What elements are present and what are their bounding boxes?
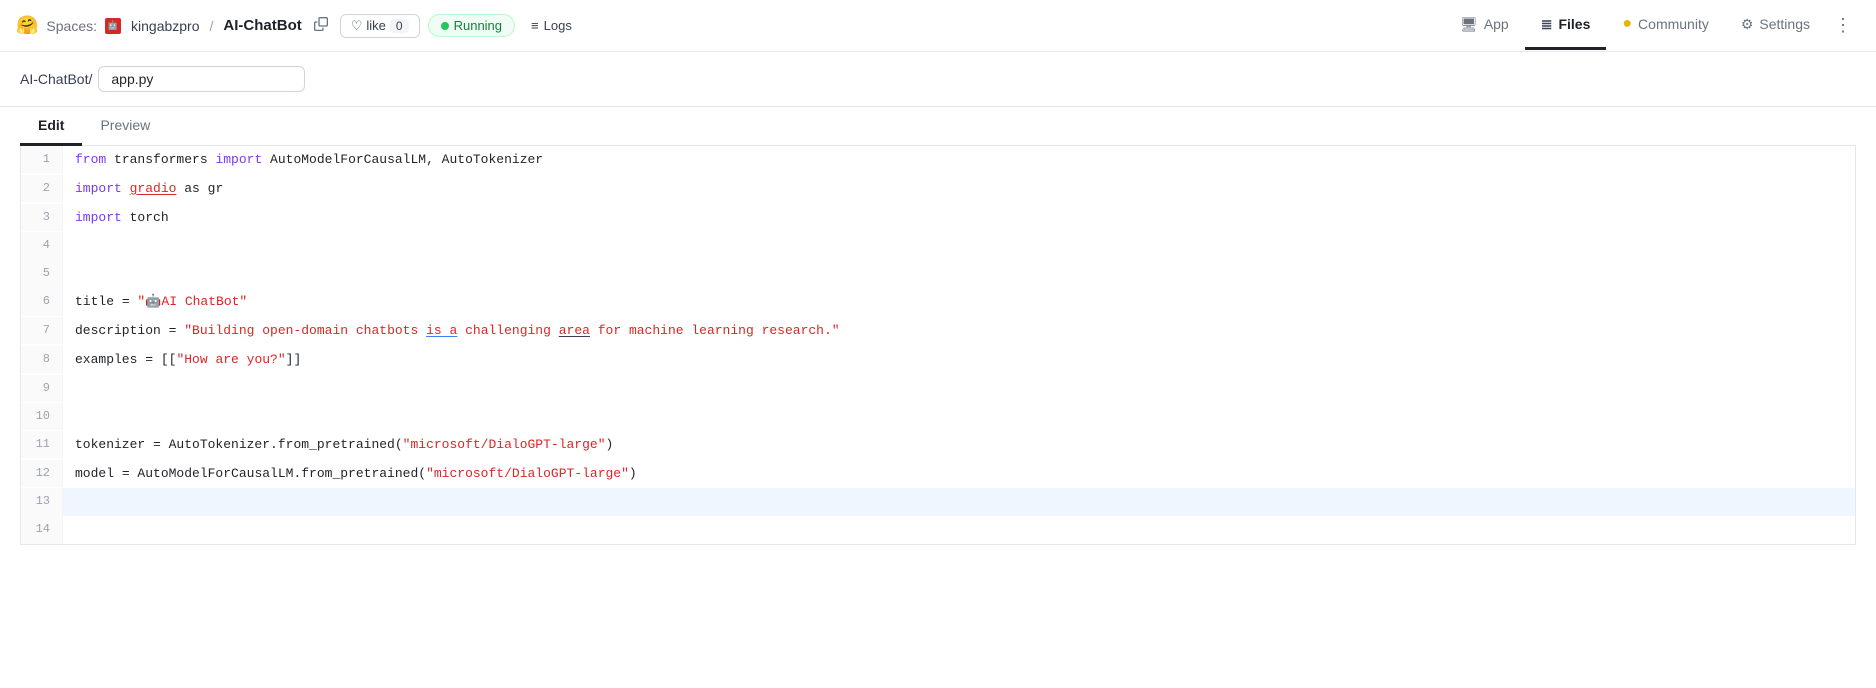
repo-type-icon: 🤖 xyxy=(105,18,121,34)
code-line-active: 13 xyxy=(21,488,1855,516)
like-label: like xyxy=(366,18,386,33)
breadcrumb: AI-ChatBot/ xyxy=(0,52,1876,107)
line-content xyxy=(63,232,1855,240)
settings-icon: ⚙ xyxy=(1741,16,1754,33)
code-line: 14 xyxy=(21,516,1855,544)
tab-files[interactable]: ≣ Files xyxy=(1525,2,1607,50)
tab-app[interactable]: 🖥 App xyxy=(1444,2,1525,50)
code-line: 5 xyxy=(21,260,1855,288)
status-label: Running xyxy=(454,18,502,33)
code-line: 6 title = "🤖AI ChatBot" xyxy=(21,288,1855,317)
tab-community[interactable]: ● Community xyxy=(1606,1,1724,50)
line-content xyxy=(63,403,1855,411)
line-content: examples = [["How are you?"]] xyxy=(63,346,1855,375)
line-content xyxy=(63,516,1855,524)
line-content: tokenizer = AutoTokenizer.from_pretraine… xyxy=(63,431,1855,460)
line-number: 3 xyxy=(21,204,63,231)
breadcrumb-folder: AI-ChatBot/ xyxy=(20,71,92,87)
more-options-button[interactable]: ⋮ xyxy=(1826,11,1860,40)
line-number: 12 xyxy=(21,460,63,487)
line-content xyxy=(63,375,1855,383)
line-content: model = AutoModelForCausalLM.from_pretra… xyxy=(63,460,1855,489)
line-number: 11 xyxy=(21,431,63,458)
line-number: 13 xyxy=(21,488,63,515)
line-content: import gradio as gr xyxy=(63,175,1855,204)
like-button[interactable]: ♡ like 0 xyxy=(340,14,420,38)
editor-tabs: Edit Preview xyxy=(20,107,1856,146)
line-number: 2 xyxy=(21,175,63,202)
logs-label: Logs xyxy=(544,18,572,33)
line-number: 5 xyxy=(21,260,63,287)
line-number: 9 xyxy=(21,375,63,402)
line-number: 7 xyxy=(21,317,63,344)
path-separator: / xyxy=(210,18,214,34)
code-line: 12 model = AutoModelForCausalLM.from_pre… xyxy=(21,460,1855,489)
tab-app-label: App xyxy=(1484,16,1509,32)
tab-preview[interactable]: Preview xyxy=(82,107,168,146)
status-dot xyxy=(441,22,449,30)
code-line: 3 import torch xyxy=(21,204,1855,233)
user-link[interactable]: kingabzpro xyxy=(131,18,200,34)
code-line: 4 xyxy=(21,232,1855,260)
editor-container: Edit Preview 1 from transformers import … xyxy=(0,107,1876,565)
like-count: 0 xyxy=(390,19,409,33)
tab-settings-label: Settings xyxy=(1759,16,1810,32)
line-number: 10 xyxy=(21,403,63,430)
code-editor[interactable]: 1 from transformers import AutoModelForC… xyxy=(20,146,1856,545)
line-content xyxy=(63,488,1855,496)
line-content: import torch xyxy=(63,204,1855,233)
running-status: Running xyxy=(428,14,515,37)
line-content xyxy=(63,260,1855,268)
code-line: 9 xyxy=(21,375,1855,403)
tab-community-label: Community xyxy=(1638,16,1709,32)
line-number: 14 xyxy=(21,516,63,543)
heart-icon: ♡ xyxy=(351,18,363,34)
line-number: 6 xyxy=(21,288,63,315)
spaces-icon: 🤗 xyxy=(16,15,38,36)
line-number: 8 xyxy=(21,346,63,373)
line-content: title = "🤖AI ChatBot" xyxy=(63,288,1855,317)
code-line: 11 tokenizer = AutoTokenizer.from_pretra… xyxy=(21,431,1855,460)
copy-button[interactable] xyxy=(310,15,332,36)
logs-icon: ≡ xyxy=(531,18,539,33)
line-number: 4 xyxy=(21,232,63,259)
line-number: 1 xyxy=(21,146,63,173)
tab-settings[interactable]: ⚙ Settings xyxy=(1725,2,1826,50)
nav-left: 🤗 Spaces: 🤖 kingabzpro / AI-ChatBot ♡ li… xyxy=(16,14,1444,38)
top-navigation: 🤗 Spaces: 🤖 kingabzpro / AI-ChatBot ♡ li… xyxy=(0,0,1876,52)
line-content: from transformers import AutoModelForCau… xyxy=(63,146,1855,175)
files-icon: ≣ xyxy=(1541,16,1553,33)
code-line: 8 examples = [["How are you?"]] xyxy=(21,346,1855,375)
logs-button[interactable]: ≡ Logs xyxy=(523,14,580,37)
filename-input[interactable] xyxy=(98,66,305,92)
tab-files-label: Files xyxy=(1558,16,1590,32)
app-icon: 🖥 xyxy=(1460,16,1478,33)
code-line: 2 import gradio as gr xyxy=(21,175,1855,204)
code-line: 1 from transformers import AutoModelForC… xyxy=(21,146,1855,175)
tab-edit[interactable]: Edit xyxy=(20,107,82,146)
code-line: 10 xyxy=(21,403,1855,431)
community-icon: ● xyxy=(1622,15,1632,33)
nav-tabs: 🖥 App ≣ Files ● Community ⚙ Settings ⋮ xyxy=(1444,1,1860,50)
line-content: description = "Building open-domain chat… xyxy=(63,317,1855,346)
spaces-label: Spaces: xyxy=(46,18,97,34)
code-line: 7 description = "Building open-domain ch… xyxy=(21,317,1855,346)
repo-name: AI-ChatBot xyxy=(223,17,301,34)
